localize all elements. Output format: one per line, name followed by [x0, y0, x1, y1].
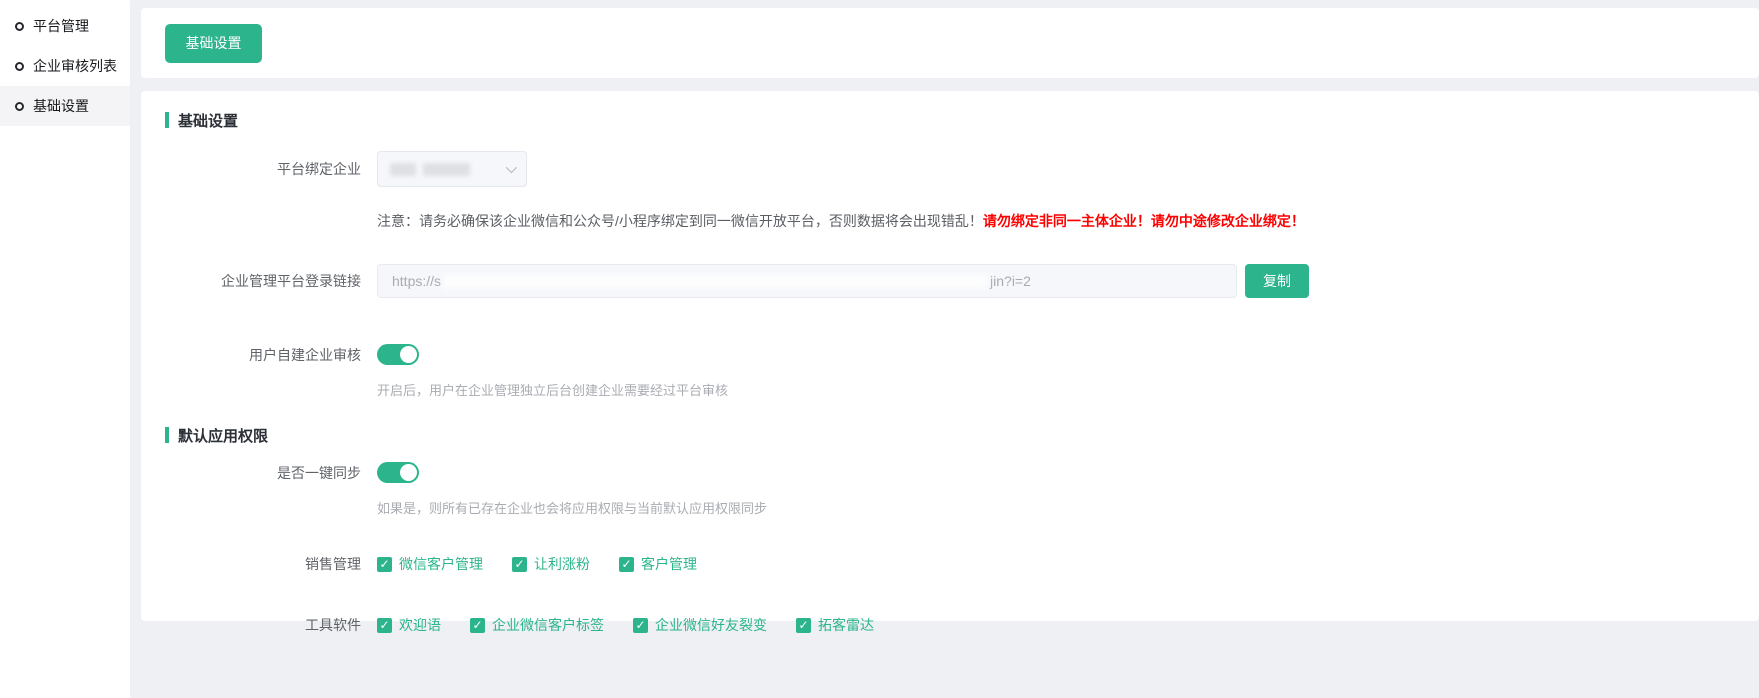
circle-icon	[15, 102, 24, 111]
sidebar-item-basic-settings[interactable]: 基础设置	[0, 86, 130, 126]
sales-checkbox-group: ✓ 微信客户管理 ✓ 让利涨粉 ✓ 客户管理	[377, 554, 697, 574]
checkbox-checked-icon: ✓	[796, 618, 811, 633]
checkbox-wecom-customer-tags[interactable]: ✓ 企业微信客户标签	[470, 615, 604, 635]
login-link-value-prefix: https://s	[392, 273, 441, 289]
section-title-text: 基础设置	[178, 110, 238, 131]
section-title-text: 默认应用权限	[178, 425, 268, 446]
bind-enterprise-warning: 请勿绑定非同一主体企业！请勿中途修改企业绑定！	[983, 213, 1305, 229]
login-link-value-suffix: jin?i=2	[990, 273, 1031, 289]
one-key-sync-helper: 如果是，则所有已存在企业也会将应用权限与当前默认应用权限同步	[377, 498, 767, 517]
checkbox-checked-icon: ✓	[377, 618, 392, 633]
redacted-link-segment	[443, 274, 988, 289]
circle-icon	[15, 22, 24, 31]
checkbox-checked-icon: ✓	[633, 618, 648, 633]
user-audit-label: 用户自建企业审核	[165, 345, 377, 365]
bind-enterprise-label: 平台绑定企业	[165, 159, 377, 179]
checkbox-checked-icon: ✓	[377, 557, 392, 572]
one-key-sync-row: 是否一键同步	[165, 462, 1735, 483]
top-tab-bar: 基础设置	[141, 8, 1759, 78]
sidebar-item-label: 企业审核列表	[33, 56, 117, 76]
sidebar: 平台管理 企业审核列表 基础设置	[0, 0, 130, 698]
checkbox-wechat-customer-management[interactable]: ✓ 微信客户管理	[377, 554, 483, 574]
bind-enterprise-note-row: 注意：请务必确保该企业微信和公众号/小程序绑定到同一微信开放平台，否则数据将会出…	[165, 211, 1735, 231]
section-accent-bar	[165, 427, 169, 443]
checkbox-customer-management[interactable]: ✓ 客户管理	[619, 554, 697, 574]
sidebar-item-enterprise-audit-list[interactable]: 企业审核列表	[0, 46, 130, 86]
login-link-input[interactable]: https://s jin?i=2	[377, 264, 1237, 298]
sidebar-item-label: 平台管理	[33, 16, 89, 36]
toggle-knob	[400, 464, 417, 481]
main-content: 基础设置 基础设置 平台绑定企业 注意：请务必确保该企业微信和公众号/小程序绑定…	[141, 0, 1759, 621]
sales-management-row: 销售管理 ✓ 微信客户管理 ✓ 让利涨粉 ✓ 客户管理	[165, 554, 1735, 574]
bind-enterprise-select[interactable]	[377, 151, 527, 187]
basic-settings-tab-button[interactable]: 基础设置	[165, 24, 262, 63]
bind-enterprise-note: 注意：请务必确保该企业微信和公众号/小程序绑定到同一微信开放平台，否则数据将会出…	[377, 213, 983, 229]
toggle-knob	[400, 346, 417, 363]
checkbox-profit-fan-growth[interactable]: ✓ 让利涨粉	[512, 554, 590, 574]
checkbox-wecom-friend-fission[interactable]: ✓ 企业微信好友裂变	[633, 615, 767, 635]
user-audit-toggle[interactable]	[377, 344, 419, 365]
tool-software-label: 工具软件	[165, 615, 377, 635]
copy-button[interactable]: 复制	[1245, 264, 1309, 298]
settings-card: 基础设置 平台绑定企业 注意：请务必确保该企业微信和公众号/小程序绑定到同一微信…	[141, 91, 1759, 621]
circle-icon	[15, 62, 24, 71]
checkbox-checked-icon: ✓	[512, 557, 527, 572]
section-accent-bar	[165, 112, 169, 128]
redacted-select-value	[390, 163, 506, 176]
tools-checkbox-group: ✓ 欢迎语 ✓ 企业微信客户标签 ✓ 企业微信好友裂变 ✓ 拓客雷达	[377, 615, 874, 635]
user-audit-helper-row: 开启后，用户在企业管理独立后台创建企业需要经过平台审核	[165, 380, 1735, 399]
one-key-sync-toggle[interactable]	[377, 462, 419, 483]
login-link-label: 企业管理平台登录链接	[165, 271, 377, 291]
user-audit-helper: 开启后，用户在企业管理独立后台创建企业需要经过平台审核	[377, 380, 728, 399]
sidebar-item-label: 基础设置	[33, 96, 89, 116]
section-default-app-permissions: 默认应用权限	[165, 426, 1735, 444]
chevron-down-icon	[506, 162, 517, 173]
bind-enterprise-row: 平台绑定企业	[165, 151, 1735, 187]
checkbox-customer-acquisition-radar[interactable]: ✓ 拓客雷达	[796, 615, 874, 635]
one-key-sync-helper-row: 如果是，则所有已存在企业也会将应用权限与当前默认应用权限同步	[165, 498, 1735, 517]
section-basic-settings: 基础设置	[165, 111, 1735, 129]
user-audit-row: 用户自建企业审核	[165, 344, 1735, 365]
checkbox-checked-icon: ✓	[619, 557, 634, 572]
tool-software-row: 工具软件 ✓ 欢迎语 ✓ 企业微信客户标签 ✓ 企业微信好友裂变 ✓ 拓客雷达	[165, 615, 1735, 635]
checkbox-checked-icon: ✓	[470, 618, 485, 633]
one-key-sync-label: 是否一键同步	[165, 463, 377, 483]
checkbox-welcome-message[interactable]: ✓ 欢迎语	[377, 615, 441, 635]
sales-management-label: 销售管理	[165, 554, 377, 574]
login-link-row: 企业管理平台登录链接 https://s jin?i=2 复制	[165, 264, 1735, 298]
sidebar-item-platform-management[interactable]: 平台管理	[0, 6, 130, 46]
